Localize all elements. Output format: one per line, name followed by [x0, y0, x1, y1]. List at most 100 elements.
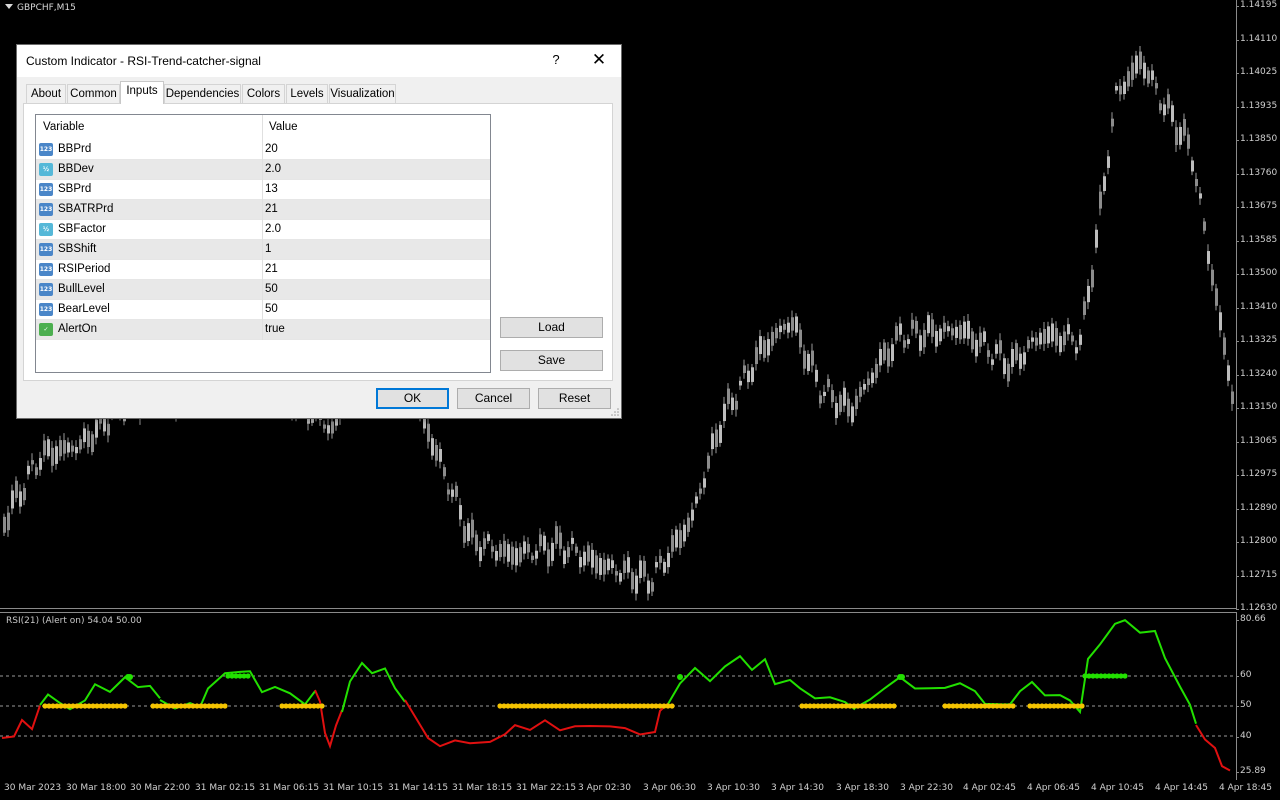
- save-button[interactable]: Save: [500, 350, 603, 371]
- input-row-sbprd[interactable]: 123 SBPrd 13: [36, 180, 490, 200]
- input-row-bbprd[interactable]: 123 BBPrd 20: [36, 140, 490, 160]
- signal-dot: [891, 703, 897, 709]
- rsi-indicator-label: RSI(21) (Alert on) 54.04 50.00: [6, 616, 142, 626]
- time-tick-label: 30 Mar 18:00: [66, 783, 127, 793]
- load-button[interactable]: Load: [500, 317, 603, 338]
- signal-dot: [669, 703, 675, 709]
- grid-header: Variable Value: [36, 115, 490, 140]
- time-tick-label: 30 Mar 22:00: [130, 783, 191, 793]
- column-header-value[interactable]: Value: [269, 121, 298, 133]
- rsi-tick-label: 80.66: [1236, 614, 1266, 624]
- price-tick-label: 1.13410: [1235, 301, 1278, 312]
- price-tick-label: 1.13065: [1235, 435, 1278, 446]
- custom-indicator-dialog: Custom Indicator - RSI-Trend-catcher-sig…: [16, 44, 622, 419]
- input-row-rsiperiod[interactable]: 123 RSIPeriod 21: [36, 260, 490, 280]
- tab-levels[interactable]: Levels: [286, 84, 328, 103]
- double-type-icon: ½: [39, 163, 53, 176]
- tab-common[interactable]: Common: [67, 84, 120, 103]
- price-tick-label: 1.12975: [1235, 469, 1278, 479]
- ok-button[interactable]: OK: [376, 388, 449, 409]
- input-row-bbdev[interactable]: ½ BBDev 2.0: [36, 160, 490, 180]
- rsi-bull-segment: [667, 654, 856, 711]
- price-tick-label: 1.14110: [1235, 33, 1278, 44]
- variable-value[interactable]: true: [265, 323, 285, 335]
- integer-type-icon: 123: [39, 283, 53, 296]
- variable-value[interactable]: 2.0: [265, 163, 281, 175]
- variable-name: SBFactor: [58, 223, 106, 235]
- dialog-titlebar[interactable]: Custom Indicator - RSI-Trend-catcher-sig…: [17, 45, 621, 77]
- signal-dot: [319, 703, 325, 709]
- variable-name: BullLevel: [58, 283, 105, 295]
- price-tick-label: 1.13150: [1235, 402, 1278, 412]
- time-tick-label: 31 Mar 18:15: [452, 783, 513, 793]
- symbol-timeframe-label[interactable]: GBPCHF,M15: [5, 3, 76, 13]
- price-tick-label: 1.13935: [1235, 100, 1278, 111]
- time-tick-label: 31 Mar 14:15: [388, 783, 449, 793]
- variable-value[interactable]: 21: [265, 263, 278, 275]
- tab-inputs[interactable]: Inputs: [120, 81, 164, 104]
- variable-name: SBShift: [58, 243, 97, 255]
- time-tick-label: 3 Apr 18:30: [836, 783, 889, 793]
- price-tick-label: 1.13675: [1235, 201, 1278, 211]
- input-row-sbfactor[interactable]: ½ SBFactor 2.0: [36, 220, 490, 240]
- input-row-bearlevel[interactable]: 123 BearLevel 50: [36, 300, 490, 320]
- rsi-tick-label: 60: [1235, 670, 1252, 680]
- time-tick-label: 4 Apr 18:45: [1219, 783, 1272, 793]
- rsi-tick-label: 40: [1235, 731, 1252, 741]
- integer-type-icon: 123: [39, 143, 53, 156]
- price-tick-label: 1.12715: [1235, 569, 1278, 580]
- time-tick-label: 31 Mar 06:15: [259, 783, 320, 793]
- input-row-alerton[interactable]: ✓ AlertOn true: [36, 320, 490, 340]
- price-tick-label: 1.12800: [1235, 536, 1278, 546]
- variable-value[interactable]: 50: [265, 303, 278, 315]
- time-tick-label: 3 Apr 14:30: [771, 783, 824, 793]
- input-row-sbshift[interactable]: 123 SBShift 1: [36, 240, 490, 260]
- rsi-tick-label: 50: [1235, 700, 1252, 710]
- variable-name: BBDev: [58, 163, 94, 175]
- time-tick-label: 4 Apr 06:45: [1027, 783, 1080, 793]
- price-tick-label: 1.13500: [1235, 268, 1278, 278]
- integer-type-icon: 123: [39, 303, 53, 316]
- price-tick-label: 1.13585: [1235, 234, 1278, 245]
- variable-name: BBPrd: [58, 143, 92, 155]
- integer-type-icon: 123: [39, 183, 53, 196]
- tab-about[interactable]: About: [26, 84, 66, 103]
- time-tick-label: 31 Mar 10:15: [323, 783, 384, 793]
- time-tick-label: 3 Apr 06:30: [643, 783, 696, 793]
- tab-visualization[interactable]: Visualization: [329, 84, 396, 103]
- reset-button[interactable]: Reset: [538, 388, 611, 409]
- rsi-bear-segment: [1, 705, 41, 739]
- variable-name: BearLevel: [58, 303, 110, 315]
- variable-value[interactable]: 21: [265, 203, 278, 215]
- column-header-variable[interactable]: Variable: [43, 121, 84, 133]
- inputs-grid[interactable]: Variable Value 123 BBPrd 20 ½ BBDev 2.0 123 SBP…: [35, 114, 491, 373]
- tab-dependencies[interactable]: Dependencies: [164, 84, 241, 103]
- signal-dot: [122, 703, 128, 709]
- input-row-bulllevel[interactable]: 123 BullLevel 50: [36, 280, 490, 300]
- rsi-bull-segment: [341, 661, 406, 713]
- price-tick-label: 1.13325: [1235, 335, 1278, 345]
- variable-name: SBATRPrd: [58, 203, 114, 215]
- close-icon[interactable]: ✕: [587, 49, 611, 71]
- variable-value[interactable]: 1: [265, 243, 271, 255]
- integer-type-icon: 123: [39, 203, 53, 216]
- variable-name: SBPrd: [58, 183, 92, 195]
- price-tick-label: 1.13850: [1235, 134, 1278, 144]
- variable-value[interactable]: 2.0: [265, 223, 281, 235]
- time-tick-label: 3 Apr 22:30: [900, 783, 953, 793]
- variable-value[interactable]: 50: [265, 283, 278, 295]
- cancel-button[interactable]: Cancel: [457, 388, 530, 409]
- time-tick-label: 3 Apr 10:30: [707, 783, 760, 793]
- input-row-sbatrprd[interactable]: 123 SBATRPrd 21: [36, 200, 490, 220]
- time-tick-label: 3 Apr 02:30: [578, 783, 631, 793]
- rsi-bull-segment: [854, 619, 1197, 724]
- variable-value[interactable]: 13: [265, 183, 278, 195]
- tab-colors[interactable]: Colors: [242, 84, 285, 103]
- price-tick-label: 1.13240: [1235, 368, 1278, 379]
- variable-value[interactable]: 20: [265, 143, 278, 155]
- time-tick-label: 4 Apr 14:45: [1155, 783, 1208, 793]
- time-tick-label: 31 Mar 22:15: [516, 783, 577, 793]
- chevron-down-icon: [5, 4, 13, 9]
- help-icon[interactable]: ?: [549, 52, 563, 67]
- resize-grip-icon[interactable]: [611, 408, 619, 416]
